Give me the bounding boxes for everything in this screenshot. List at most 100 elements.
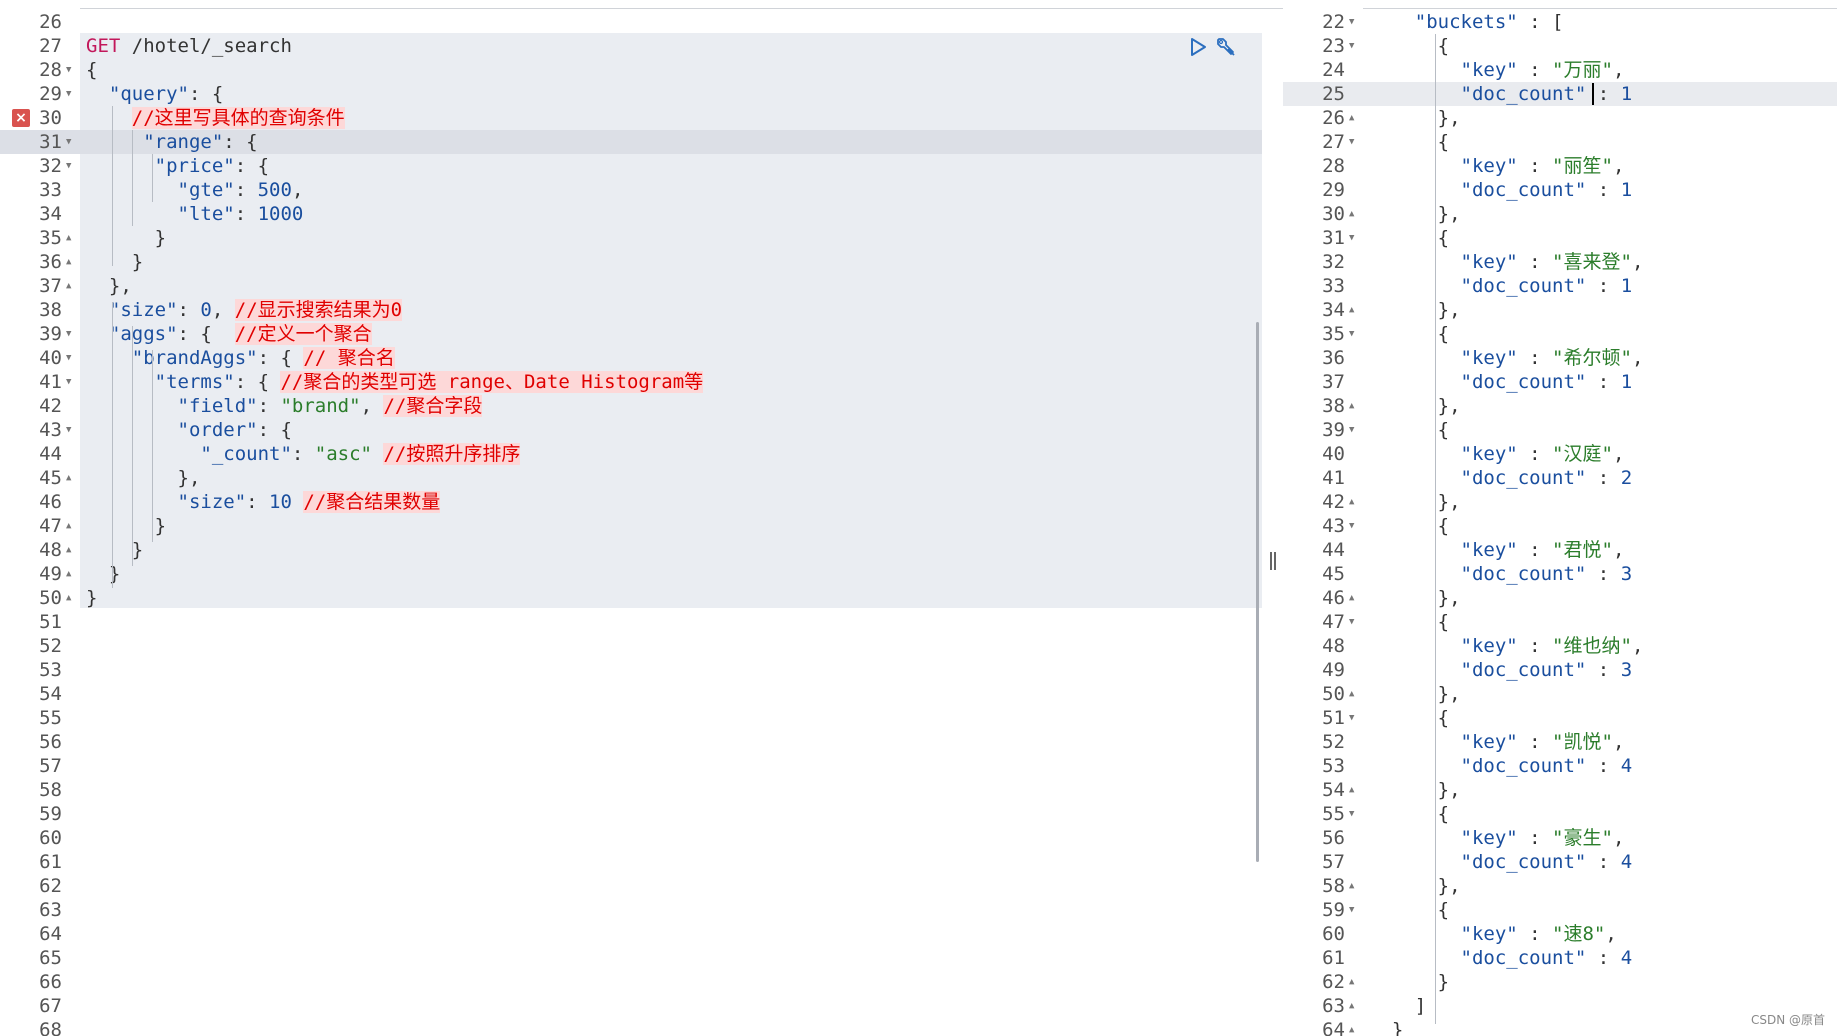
code-line[interactable]: 67 (0, 994, 1262, 1018)
code-line[interactable]: 43 ▼ { (1283, 514, 1837, 538)
code-line[interactable]: 46 ▲ }, (1283, 586, 1837, 610)
code-line[interactable]: 31 ▼ { (1283, 226, 1837, 250)
code-line[interactable]: 63 (0, 898, 1262, 922)
fold-open-icon[interactable]: ▼ (66, 82, 71, 106)
code-line[interactable]: 37 ▲ }, (0, 274, 1262, 298)
code-line[interactable]: 44 "_count": "asc" //按照升序排序 (0, 442, 1262, 466)
code-line[interactable]: 31 ▼ "range": { (0, 130, 1262, 154)
code-line[interactable]: 29 ▼ "query": { (0, 82, 1262, 106)
code-line[interactable]: 51 ▼ { (1283, 706, 1837, 730)
fold-close-icon[interactable]: ▲ (1349, 298, 1354, 322)
code-line[interactable]: 36 "key" : "希尔顿", (1283, 346, 1837, 370)
code-line[interactable]: 59 (0, 802, 1262, 826)
code-line[interactable]: 49 ▲ } (0, 562, 1262, 586)
response-viewer[interactable]: 22 ▼ "buckets" : [23 ▼ {24 "key" : "万丽", 25… (1283, 0, 1837, 1036)
fold-open-icon[interactable]: ▼ (66, 346, 71, 370)
fold-open-icon[interactable]: ▼ (1349, 322, 1354, 346)
fold-close-icon[interactable]: ▲ (1349, 586, 1354, 610)
fold-open-icon[interactable]: ▼ (66, 154, 71, 178)
code-line[interactable]: 52 (0, 634, 1262, 658)
error-icon[interactable]: × (12, 109, 30, 127)
code-line[interactable]: 62 (0, 874, 1262, 898)
fold-close-icon[interactable]: ▲ (1349, 202, 1354, 226)
fold-close-icon[interactable]: ▲ (1349, 490, 1354, 514)
code-line[interactable]: 66 (0, 970, 1262, 994)
code-line[interactable]: 26 ▲ }, (1283, 106, 1837, 130)
code-line[interactable]: 35 ▲ } (0, 226, 1262, 250)
fold-close-icon[interactable]: ▲ (66, 226, 71, 250)
code-line[interactable]: 60 (0, 826, 1262, 850)
fold-close-icon[interactable]: ▲ (66, 274, 71, 298)
fold-close-icon[interactable]: ▲ (66, 514, 71, 538)
code-line[interactable]: 22 ▼ "buckets" : [ (1283, 10, 1837, 34)
fold-close-icon[interactable]: ▲ (66, 250, 71, 274)
code-line[interactable]: 26 (0, 10, 1262, 34)
code-line[interactable]: 54 (0, 682, 1262, 706)
code-line[interactable]: 55 ▼ { (1283, 802, 1837, 826)
request-scrollbar[interactable] (1256, 322, 1259, 862)
code-line[interactable]: 53 (0, 658, 1262, 682)
code-line[interactable]: 33 "doc_count" : 1 (1283, 274, 1837, 298)
code-line[interactable]: 32 "key" : "喜来登", (1283, 250, 1837, 274)
fold-open-icon[interactable]: ▼ (66, 322, 71, 346)
fold-open-icon[interactable]: ▼ (66, 418, 71, 442)
fold-open-icon[interactable]: ▼ (1349, 514, 1354, 538)
wrench-icon[interactable] (1214, 35, 1238, 59)
code-line[interactable]: 45 "doc_count" : 3 (1283, 562, 1837, 586)
code-line[interactable]: 43 ▼ "order": { (0, 418, 1262, 442)
code-line[interactable]: 36 ▲ } (0, 250, 1262, 274)
fold-open-icon[interactable]: ▼ (66, 370, 71, 394)
code-line[interactable]: 50 ▲ }, (1283, 682, 1837, 706)
fold-close-icon[interactable]: ▲ (1349, 778, 1354, 802)
code-line[interactable]: 23 ▼ { (1283, 34, 1837, 58)
fold-open-icon[interactable]: ▼ (1349, 802, 1354, 826)
fold-open-icon[interactable]: ▼ (1349, 10, 1354, 34)
code-line[interactable]: 49 "doc_count" : 3 (1283, 658, 1837, 682)
fold-close-icon[interactable]: ▲ (66, 586, 71, 610)
code-line[interactable]: 29 "doc_count" : 1 (1283, 178, 1837, 202)
code-line[interactable]: 62 ▲ } (1283, 970, 1837, 994)
code-line[interactable]: 58 (0, 778, 1262, 802)
code-line[interactable]: 32 ▼ "price": { (0, 154, 1262, 178)
code-line[interactable]: 27 ▼ { (1283, 130, 1837, 154)
code-line[interactable]: 39 ▼ "aggs": { //定义一个聚合 (0, 322, 1262, 346)
code-line[interactable]: 38 ▲ }, (1283, 394, 1837, 418)
fold-close-icon[interactable]: ▲ (1349, 394, 1354, 418)
code-line[interactable]: 54 ▲ }, (1283, 778, 1837, 802)
code-line[interactable]: 34 ▲ }, (1283, 298, 1837, 322)
fold-open-icon[interactable]: ▼ (1349, 898, 1354, 922)
pane-splitter[interactable] (1270, 552, 1278, 570)
play-icon[interactable] (1186, 35, 1210, 59)
code-line[interactable]: 64 (0, 922, 1262, 946)
code-line[interactable]: 28 "key" : "丽笙", (1283, 154, 1837, 178)
code-line[interactable]: 57 "doc_count" : 4 (1283, 850, 1837, 874)
fold-close-icon[interactable]: ▲ (66, 466, 71, 490)
code-line[interactable]: 51 (0, 610, 1262, 634)
fold-close-icon[interactable]: ▲ (66, 538, 71, 562)
code-line[interactable]: 48 ▲ } (0, 538, 1262, 562)
code-line[interactable]: 65 (0, 946, 1262, 970)
fold-open-icon[interactable]: ▼ (1349, 418, 1354, 442)
code-line[interactable]: 24 "key" : "万丽", (1283, 58, 1837, 82)
code-line[interactable]: 68 (0, 1018, 1262, 1036)
code-line[interactable]: 30 × //这里写具体的查询条件 (0, 106, 1262, 130)
code-line[interactable]: 34 "lte": 1000 (0, 202, 1262, 226)
code-line[interactable]: 48 "key" : "维也纳", (1283, 634, 1837, 658)
fold-open-icon[interactable]: ▼ (1349, 130, 1354, 154)
code-line[interactable]: 58 ▲ }, (1283, 874, 1837, 898)
code-line[interactable]: 47 ▼ { (1283, 610, 1837, 634)
fold-close-icon[interactable]: ▲ (1349, 970, 1354, 994)
code-line[interactable]: 52 "key" : "凯悦", (1283, 730, 1837, 754)
code-line[interactable]: 61 "doc_count" : 4 (1283, 946, 1837, 970)
code-line[interactable]: 38 "size": 0, //显示搜索结果为0 (0, 298, 1262, 322)
code-line[interactable]: 55 (0, 706, 1262, 730)
code-line[interactable]: 60 "key" : "速8", (1283, 922, 1837, 946)
code-line[interactable]: 46 "size": 10 //聚合结果数量 (0, 490, 1262, 514)
request-editor[interactable]: 26 27 GET /hotel/_search 28 ▼{29 ▼ "query": {… (0, 0, 1262, 1036)
fold-open-icon[interactable]: ▼ (1349, 610, 1354, 634)
fold-open-icon[interactable]: ▼ (1349, 34, 1354, 58)
fold-close-icon[interactable]: ▲ (66, 562, 71, 586)
code-line[interactable]: 39 ▼ { (1283, 418, 1837, 442)
code-line[interactable]: 33 "gte": 500, (0, 178, 1262, 202)
code-line[interactable]: 42 ▲ }, (1283, 490, 1837, 514)
